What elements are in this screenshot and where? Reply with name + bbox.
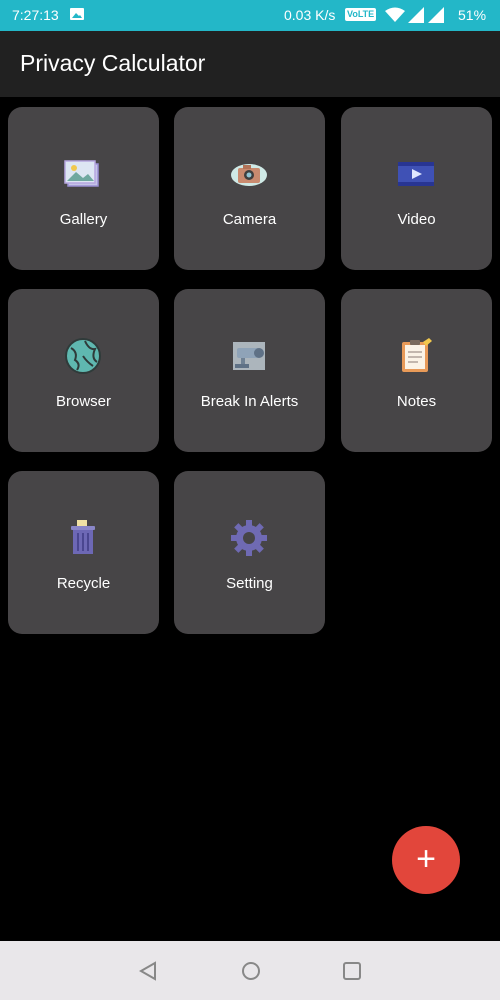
navigation-bar <box>0 941 500 1000</box>
tile-notes[interactable]: Notes <box>341 289 492 452</box>
status-time: 7:27:13 <box>12 7 59 23</box>
tile-video[interactable]: Video <box>341 107 492 270</box>
wifi-icon <box>385 7 405 22</box>
notepad-icon <box>402 338 432 372</box>
tile-label: Notes <box>396 393 437 410</box>
gallery-icon <box>64 160 99 187</box>
tile-label: Browser <box>55 393 111 410</box>
battery-level: 51% <box>458 7 487 23</box>
image-icon <box>70 8 84 20</box>
tile-break-in-alerts[interactable]: Break In Alerts <box>174 289 325 452</box>
network-speed: 0.03 K/s <box>284 7 336 23</box>
tile-label: Video <box>397 211 436 228</box>
volte-badge: VoLTE <box>345 8 377 21</box>
camera-icon <box>231 164 267 186</box>
tile-camera[interactable]: Camera <box>174 107 325 270</box>
tile-label: Camera <box>222 211 277 228</box>
tile-recycle[interactable]: Recycle <box>8 471 159 634</box>
tile-setting[interactable]: Setting <box>174 471 325 634</box>
signal-icon <box>428 7 444 23</box>
back-icon[interactable] <box>137 960 159 982</box>
screen: 7:27:13 0.03 K/s VoLTE 51% Privacy Calcu… <box>0 0 500 1000</box>
trash-icon <box>71 520 95 554</box>
home-icon[interactable] <box>240 960 262 982</box>
video-icon <box>398 162 434 186</box>
tile-gallery[interactable]: Gallery <box>8 107 159 270</box>
security-camera-icon <box>233 342 265 370</box>
tile-label: Setting <box>226 575 273 592</box>
app-bar: Privacy Calculator <box>0 31 500 97</box>
recent-apps-icon[interactable] <box>342 961 362 981</box>
globe-icon <box>65 338 101 374</box>
tile-label: Gallery <box>59 211 108 228</box>
tile-label: Break In Alerts <box>200 393 299 410</box>
status-bar: 7:27:13 0.03 K/s VoLTE 51% <box>0 0 500 31</box>
gear-icon <box>231 520 267 556</box>
tile-label: Recycle <box>56 575 111 592</box>
app-title: Privacy Calculator <box>20 50 206 76</box>
tile-browser[interactable]: Browser <box>8 289 159 452</box>
signal-icon <box>408 7 424 23</box>
add-button[interactable]: + <box>392 826 460 894</box>
